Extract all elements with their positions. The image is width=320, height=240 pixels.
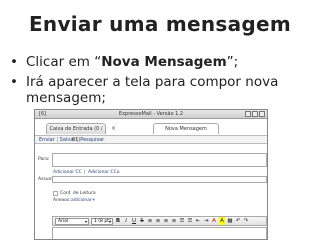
subject-field[interactable] [52, 176, 267, 183]
bullet-item: • Clicar em “Nova Mensagem”; [6, 54, 316, 70]
tab-inbox[interactable]: Caixa de Entrada (0 / 61) [46, 123, 106, 143]
minimize-icon[interactable] [245, 111, 251, 117]
strikethrough-button[interactable]: S [139, 217, 145, 225]
close-icon[interactable] [259, 111, 265, 117]
bullet-dot: • [10, 54, 18, 70]
underline-button[interactable]: U [131, 217, 137, 225]
compose-form: Para: Adicionar CC | Adicionar CCo Assun… [35, 144, 267, 239]
to-field[interactable] [52, 153, 267, 167]
message-body-editor[interactable] [52, 227, 267, 239]
window-left-label: [6] [39, 111, 47, 117]
window-title: ExpressoMail - Versão 1.2 [118, 111, 184, 117]
table-icon[interactable]: ▦ [227, 217, 233, 225]
search-button[interactable]: Pesquisar [80, 137, 104, 143]
undo-icon[interactable]: ↶ [235, 217, 241, 225]
font-color-icon[interactable]: A [211, 217, 217, 225]
tab-new-message[interactable]: Nova Mensagem [153, 123, 219, 134]
bold-button[interactable]: B [115, 217, 121, 225]
ordered-list-icon[interactable]: ☰ [179, 217, 185, 225]
bullet-text-post: ”; [226, 54, 239, 70]
bullet-text-pre: Clicar em “ [26, 54, 102, 70]
window-controls [245, 111, 265, 117]
add-cco-link[interactable]: Adicionar CCo [88, 170, 120, 175]
read-receipt-checkbox[interactable] [53, 191, 58, 196]
window-titlebar: [6] ExpressoMail - Versão 1.2 [35, 110, 267, 119]
tab-bar: Caixa de Entrada (0 / 61) × Nova Mensage… [35, 123, 267, 143]
bullet-text-bold: Nova Mensagem [101, 54, 227, 70]
align-right-icon[interactable]: ≡ [163, 217, 169, 225]
to-label: Para: [38, 157, 50, 162]
bullet-list: • Clicar em “Nova Mensagem”; • Irá apare… [6, 54, 316, 110]
add-cc-link[interactable]: Adicionar CC [53, 170, 82, 175]
highlight-color-icon[interactable]: A [219, 217, 225, 225]
font-size-select[interactable]: 1 (8 pt) ▾ [91, 217, 113, 225]
slide-title: Enviar uma mensagem [28, 12, 292, 36]
tab-close-icon[interactable]: × [111, 125, 116, 132]
align-left-icon[interactable]: ≡ [147, 217, 153, 225]
send-button[interactable]: Enviar [39, 137, 55, 143]
bullet-dot: • [10, 74, 18, 90]
redo-icon[interactable]: ↷ [243, 217, 249, 225]
font-family-value: Arial [58, 218, 69, 224]
link-separator: | [84, 170, 86, 175]
add-attachment-link[interactable]: adicionar+ [71, 198, 96, 203]
read-receipt-label: Conf. de Leitura [60, 191, 96, 196]
attachments-label: Anexos: [53, 198, 71, 203]
indent-icon[interactable]: ⇥ [203, 217, 209, 225]
italic-button[interactable]: I [123, 217, 129, 225]
action-separator: | [56, 137, 59, 143]
bullet-item: • Irá aparecer a tela para compor nova m… [6, 74, 316, 106]
font-family-select[interactable]: Arial ▾ [55, 217, 89, 225]
message-actions: Enviar | Salvar | Pesquisar [35, 135, 267, 144]
chevron-down-icon: ▾ [84, 218, 87, 224]
align-justify-icon[interactable]: ≡ [171, 217, 177, 225]
maximize-icon[interactable] [252, 111, 258, 117]
editor-toolbar: Arial ▾ 1 (8 pt) ▾ B I U S ≡ ≡ ≡ ≡ ☰ ☰ ⇤… [52, 216, 267, 226]
outdent-icon[interactable]: ⇤ [195, 217, 201, 225]
unordered-list-icon[interactable]: ☰ [187, 217, 193, 225]
align-center-icon[interactable]: ≡ [155, 217, 161, 225]
bullet-text: Irá aparecer a tela para compor nova men… [26, 74, 279, 106]
chevron-down-icon: ▾ [108, 218, 111, 224]
email-client-screenshot: [6] ExpressoMail - Versão 1.2 Caixa de E… [34, 109, 268, 240]
